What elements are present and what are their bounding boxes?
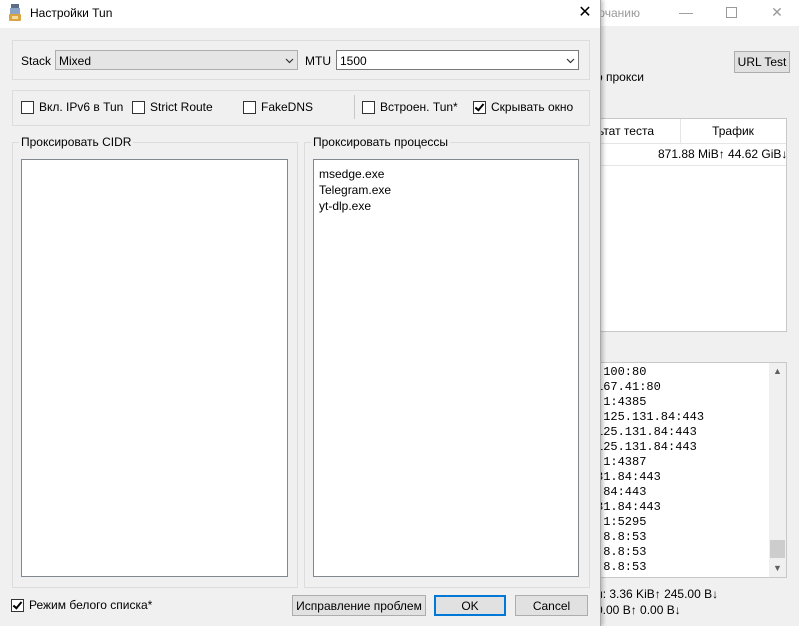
cancel-button[interactable]: Cancel [515,595,588,616]
log-line: .8.8:53 [596,545,647,559]
log-line: 167.41:80 [596,380,661,394]
mtu-select[interactable]: 1500 [336,50,579,70]
log-line: .84:443 [596,485,647,499]
proxy-cidr-list[interactable] [21,159,288,577]
profiles-table[interactable]: ьтат теста Трафик 871.88 MiB↑ 44.62 GiB↓ [596,118,787,332]
tun-settings-dialog: Настройки Tun ✕ Stack Mixed MTU 1500 Вкл… [0,0,601,626]
checkbox-box[interactable] [473,101,486,114]
log-line: .8.8:53 [596,530,647,544]
process-items: msedge.exe Telegram.exe yt-dlp.exe [319,166,391,214]
log-line: .1:4387 [596,455,647,469]
scrollbar-thumb[interactable] [770,540,785,558]
troubleshoot-button[interactable]: Исправление проблем [292,595,426,616]
log-line: .1:5295 [596,515,647,529]
close-icon[interactable]: ✕ [574,3,596,23]
list-item[interactable]: msedge.exe [319,166,391,182]
log-line: 31.84:443 [596,470,661,484]
log-lines: .100:80 167.41:80 .1:4385 .125.131.84:44… [596,365,704,575]
log-view[interactable]: .100:80 167.41:80 .1:4385 .125.131.84:44… [596,362,787,578]
log-line: .100:80 [596,365,647,379]
dialog-title: Настройки Tun [30,6,113,20]
proxy-label: о прокси [596,70,644,84]
scroll-down-icon[interactable]: ▼ [769,560,786,577]
list-item[interactable]: Telegram.exe [319,182,391,198]
stack-label: Stack [21,54,52,68]
scroll-up-icon[interactable]: ▲ [769,363,786,380]
mtu-label: MTU [305,54,331,68]
strict-route-label: Strict Route [150,100,213,114]
log-line: .8.8:53 [596,560,647,574]
log-line: .1:4385 [596,395,647,409]
hide-window-label: Скрывать окно [491,100,574,114]
builtin-tun-label: Встроен. Tun* [380,100,458,114]
row-divider [596,165,786,166]
column-header-traffic[interactable]: Трафик [680,119,786,144]
list-item[interactable]: yt-dlp.exe [319,198,391,214]
log-line: 125.131.84:443 [596,440,697,454]
speed-status-line: и: 3.36 KiB↑ 245.00 B↓ [596,587,719,601]
proxy-cidr-title: Проксировать CIDR [19,135,134,149]
column-header-test-result[interactable]: ьтат теста [596,119,681,144]
checkbox-box[interactable] [132,101,145,114]
minimize-icon[interactable]: — [676,3,696,21]
chevron-down-icon [566,58,575,64]
log-line: 125.131.84:443 [596,425,697,439]
log-line: .125.131.84:443 [596,410,705,424]
checkbox-box[interactable] [362,101,375,114]
proxy-processes-title: Проксировать процессы [311,135,451,149]
proxy-processes-list[interactable]: msedge.exe Telegram.exe yt-dlp.exe [313,159,579,577]
checkbox-box[interactable] [21,101,34,114]
speed-status-line: 0.00 B↑ 0.00 B↓ [596,603,681,617]
log-line: 31.84:443 [596,500,661,514]
checkbox-box[interactable] [243,101,256,114]
app-icon [9,4,21,21]
ok-button[interactable]: OK [434,595,506,616]
checkbox-box[interactable] [11,599,24,612]
stack-value: Mixed [59,54,92,68]
chevron-down-icon [285,58,294,64]
log-scrollbar[interactable]: ▲ ▼ [769,363,786,577]
dialog-titlebar: Настройки Tun ✕ [0,0,600,28]
vertical-separator [354,95,355,119]
traffic-cell: 871.88 MiB↑ 44.62 GiB↓ [658,147,788,161]
ipv6-label: Вкл. IPv6 в Tun [39,100,124,114]
url-test-button[interactable]: URL Test [734,51,790,73]
whitelist-label: Режим белого списка* [29,598,153,612]
main-window-title: ючанию [596,6,640,20]
maximize-icon[interactable] [721,3,741,21]
stack-select[interactable]: Mixed [55,50,298,70]
fakedns-label: FakeDNS [261,100,314,114]
mtu-value: 1500 [340,54,367,68]
close-icon[interactable]: ✕ [767,3,787,21]
